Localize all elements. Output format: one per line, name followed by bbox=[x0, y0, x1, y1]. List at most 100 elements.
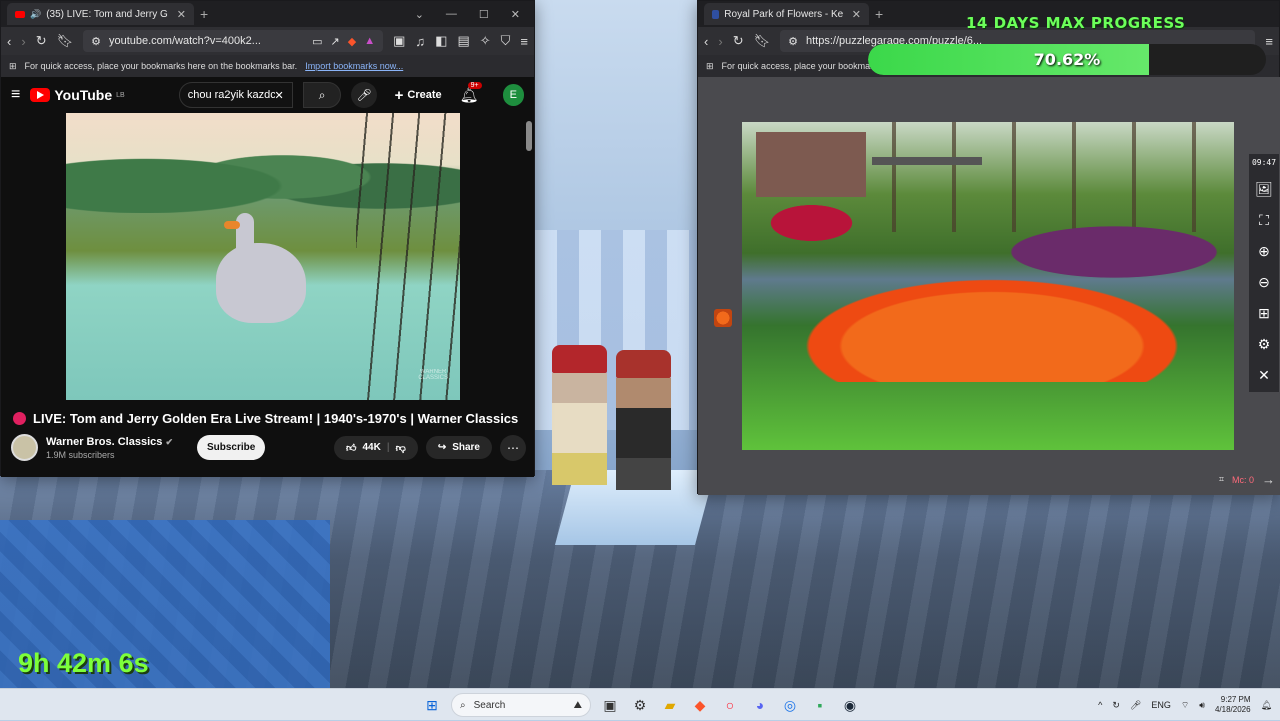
music-icon[interactable]: ♫ bbox=[415, 34, 425, 49]
discord-icon[interactable]: ◕ bbox=[749, 694, 771, 716]
wallet-icon[interactable]: ▤ bbox=[457, 33, 469, 49]
task-view-icon[interactable]: ▣ bbox=[599, 694, 621, 716]
import-bookmarks-link[interactable]: Import bookmarks now... bbox=[305, 61, 403, 71]
minimize-icon[interactable]: — bbox=[446, 8, 457, 21]
share-page-icon[interactable]: ↗ bbox=[331, 35, 340, 48]
close-tab-icon[interactable]: ✕ bbox=[852, 8, 861, 21]
dislike-icon[interactable]: 👎︎ bbox=[396, 442, 406, 454]
account-avatar[interactable]: E bbox=[502, 84, 524, 106]
search-icon[interactable]: ⌕ bbox=[302, 82, 342, 108]
forward-icon[interactable]: › bbox=[21, 34, 25, 49]
puzzle-workspace[interactable] bbox=[698, 77, 1280, 495]
window-controls: ⌄ — ☐ ✕ bbox=[415, 8, 528, 21]
share-button[interactable]: ↪ Share bbox=[425, 436, 492, 459]
address-bar[interactable]: ⚙︎ youtube.com/watch?v=400k2... ▭ ↗ ◆ ▲ bbox=[83, 30, 384, 52]
sort-pieces-icon[interactable]: ⊞ bbox=[1258, 305, 1270, 322]
new-tab-button[interactable]: + bbox=[200, 6, 208, 22]
tab-title: (35) LIVE: Tom and Jerry G bbox=[46, 8, 168, 20]
video-player[interactable]: WARNER CLASSICS bbox=[66, 113, 460, 400]
network-icon[interactable]: ⌔ bbox=[1181, 700, 1189, 711]
subscribe-button[interactable]: Subscribe bbox=[196, 435, 266, 460]
player-character-left bbox=[552, 345, 607, 485]
microphone-icon[interactable]: 🎤︎ bbox=[351, 82, 377, 108]
tab-search-icon[interactable]: ⌄ bbox=[415, 8, 424, 21]
new-tab-button[interactable]: + bbox=[875, 6, 883, 22]
page-scrollbar[interactable] bbox=[526, 121, 532, 481]
like-dislike-group: 👍︎ 44K | 👎︎ bbox=[334, 435, 418, 460]
zoom-in-icon[interactable]: ⊕ bbox=[1258, 243, 1270, 260]
subscriber-count: 1.9M subscribers bbox=[46, 449, 115, 460]
close-icon[interactable]: ✕ bbox=[1258, 367, 1270, 384]
reload-icon[interactable]: ↻ bbox=[733, 33, 744, 49]
next-arrow-icon[interactable]: → bbox=[1262, 472, 1275, 487]
close-window-icon[interactable]: ✕ bbox=[511, 8, 520, 21]
notifications-icon[interactable]: 🔔︎ bbox=[1261, 700, 1272, 711]
file-explorer-icon[interactable]: ▰ bbox=[659, 694, 681, 716]
language-indicator[interactable]: ENG bbox=[1151, 700, 1171, 710]
site-info-icon[interactable]: ⚙︎ bbox=[91, 35, 101, 48]
menu-icon[interactable]: ≡ bbox=[520, 34, 528, 49]
sync-icon[interactable]: ↻ bbox=[1112, 700, 1120, 711]
more-actions-icon[interactable]: ⋯ bbox=[500, 434, 526, 461]
channel-avatar[interactable] bbox=[11, 434, 38, 461]
reload-icon[interactable]: ↻ bbox=[36, 33, 47, 49]
search-icon: ⌕ bbox=[460, 699, 466, 711]
pavilion bbox=[756, 132, 866, 197]
youtube-search-input[interactable]: chou ra2yik kazdc ✕ bbox=[178, 82, 293, 108]
url-text: youtube.com/watch?v=400k2... bbox=[108, 35, 261, 47]
settings-icon[interactable]: ⚙︎ bbox=[629, 694, 651, 716]
apps-grid-icon[interactable]: ⊞ bbox=[706, 61, 714, 72]
settings-icon[interactable]: ⚙︎ bbox=[1258, 336, 1271, 353]
loose-puzzle-piece[interactable] bbox=[714, 309, 732, 327]
extensions-icon[interactable]: ✧ bbox=[480, 33, 491, 49]
clear-search-icon[interactable]: ✕ bbox=[275, 89, 284, 102]
image-preview-icon[interactable]: 🖼︎ bbox=[1255, 181, 1273, 198]
steam-icon[interactable]: ◉ bbox=[839, 694, 861, 716]
bookmark-icon[interactable]: 🔖︎ bbox=[57, 33, 74, 49]
vpn-icon[interactable]: ⛉ bbox=[501, 33, 511, 49]
zoom-out-icon[interactable]: ⊖ bbox=[1258, 274, 1270, 291]
chrome-icon[interactable]: ◎ bbox=[779, 694, 801, 716]
opera-icon[interactable]: ○ bbox=[719, 694, 741, 716]
channel-row: Warner Bros. Classics ✔ 1.9M subscribers… bbox=[11, 434, 526, 461]
windows-start-icon[interactable]: ⊞ bbox=[421, 694, 443, 716]
create-button[interactable]: + Create bbox=[387, 83, 450, 108]
brave-shields-icon[interactable]: ◆ bbox=[348, 35, 356, 48]
taskbar-search[interactable]: ⌕ Search ⛰ bbox=[451, 693, 591, 717]
puzzle-image-royal-park[interactable] bbox=[742, 122, 1234, 450]
clock[interactable]: 9:27 PM 4/18/2026 bbox=[1215, 695, 1251, 714]
sidebar-icon[interactable]: ◧ bbox=[435, 33, 447, 49]
hamburger-menu-icon[interactable]: ≡ bbox=[11, 86, 20, 104]
back-icon[interactable]: ‹ bbox=[7, 34, 11, 49]
volume-icon[interactable]: 🔊︎ bbox=[1199, 700, 1205, 711]
back-icon[interactable]: ‹ bbox=[704, 34, 708, 49]
site-info-icon[interactable]: ⚙︎ bbox=[788, 35, 798, 48]
like-icon[interactable]: 👍︎ bbox=[346, 442, 356, 454]
youtube-icon bbox=[15, 10, 25, 18]
browser-toolbar: ‹ › ↻ 🔖︎ ⚙︎ youtube.com/watch?v=400k2...… bbox=[1, 27, 534, 55]
tray-overflow-icon[interactable]: ^ bbox=[1098, 700, 1102, 710]
player-character-right bbox=[616, 350, 671, 490]
apps-grid-icon[interactable]: ⊞ bbox=[9, 61, 17, 72]
pieces-icon[interactable]: ⌗ bbox=[1219, 474, 1224, 485]
bookmark-icon[interactable]: 🔖︎ bbox=[754, 33, 771, 49]
app-icon[interactable]: ▪ bbox=[809, 694, 831, 716]
notifications-bell-icon[interactable]: 🔔︎ 9+ bbox=[460, 82, 482, 104]
fullscreen-icon[interactable]: ⛶ bbox=[1259, 212, 1269, 229]
close-tab-icon[interactable]: ✕ bbox=[177, 8, 186, 21]
tab-youtube[interactable]: 🔊 (35) LIVE: Tom and Jerry G ✕ bbox=[7, 3, 194, 25]
reader-mode-icon[interactable]: ▣ bbox=[393, 33, 405, 49]
youtube-logo[interactable]: YouTube LB bbox=[30, 87, 125, 103]
brave-icon[interactable]: ◆ bbox=[689, 694, 711, 716]
menu-icon[interactable]: ≡ bbox=[1265, 34, 1273, 49]
brave-rewards-icon[interactable]: ▲ bbox=[364, 35, 375, 47]
cast-icon[interactable]: ▭ bbox=[312, 35, 322, 48]
like-count[interactable]: 44K bbox=[362, 442, 380, 453]
maximize-icon[interactable]: ☐ bbox=[479, 8, 489, 21]
microphone-icon[interactable]: 🎤︎ bbox=[1130, 700, 1141, 711]
tab-puzzle[interactable]: Royal Park of Flowers - Keukenh ✕ bbox=[704, 3, 869, 25]
forward-icon[interactable]: › bbox=[718, 34, 722, 49]
notifications-badge: 9+ bbox=[467, 82, 482, 89]
audio-icon[interactable]: 🔊 bbox=[30, 9, 41, 20]
channel-name[interactable]: Warner Bros. Classics bbox=[46, 436, 162, 448]
